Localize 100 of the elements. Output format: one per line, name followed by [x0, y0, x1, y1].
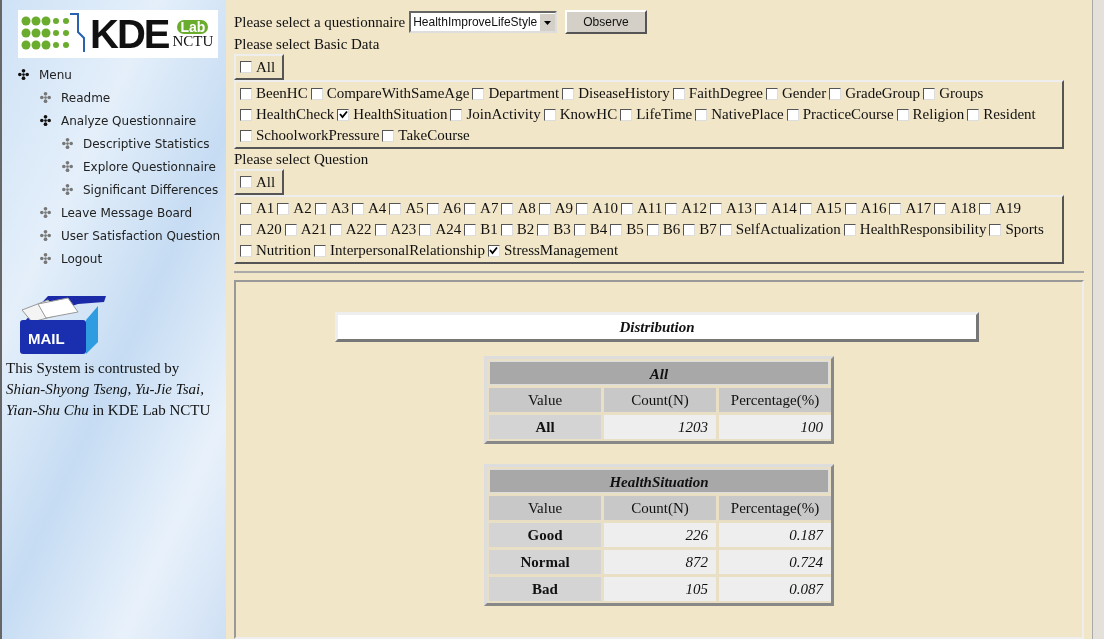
checkbox[interactable]	[979, 202, 992, 215]
column-header: Percentage(%)	[719, 496, 831, 520]
observe-button[interactable]: Observe	[565, 10, 647, 34]
row-header: Normal	[489, 550, 601, 574]
bullet-icon	[62, 161, 73, 172]
checkbox[interactable]	[843, 223, 856, 236]
checkbox[interactable]	[240, 108, 252, 121]
checkbox[interactable]	[543, 108, 556, 121]
checkbox[interactable]	[450, 108, 463, 121]
bullet-icon	[40, 253, 51, 264]
checkbox[interactable]	[240, 61, 252, 73]
checkbox[interactable]	[710, 202, 723, 215]
checkbox[interactable]	[829, 87, 842, 100]
menu-link[interactable]: Readme	[61, 88, 111, 107]
menu-link[interactable]: User Satisfaction Question	[61, 226, 221, 245]
checkbox[interactable]	[695, 108, 708, 121]
checkbox-label: A10	[592, 199, 618, 218]
checkbox[interactable]	[240, 129, 252, 142]
checkbox[interactable]	[646, 223, 659, 236]
checkbox[interactable]	[240, 244, 252, 257]
checkbox[interactable]	[464, 223, 477, 236]
checkbox[interactable]	[889, 202, 902, 215]
checkbox[interactable]	[683, 223, 696, 236]
checkbox-label: A11	[636, 199, 663, 218]
checkbox[interactable]	[989, 223, 1002, 236]
bullet-icon	[18, 69, 29, 80]
questionnaire-select[interactable]: HealthImproveLifeStyle	[409, 11, 558, 33]
checkbox-label: A1	[256, 199, 275, 218]
checkbox-label: NativePlace	[711, 105, 784, 124]
checkbox-label: A18	[950, 199, 977, 218]
checkbox-label: A12	[681, 199, 708, 218]
checkbox[interactable]	[374, 223, 387, 236]
checkbox[interactable]	[464, 202, 477, 215]
menu-link[interactable]: Leave Message Board	[61, 203, 193, 222]
checkbox-label: A5	[405, 199, 424, 218]
menu-link[interactable]: Analyze Questionnaire	[61, 111, 197, 130]
menu-link[interactable]: Explore Questionnaire	[83, 157, 216, 176]
checkbox[interactable]	[719, 223, 732, 236]
table-cell: 0.087	[719, 577, 831, 601]
checkbox[interactable]	[537, 223, 550, 236]
checkbox[interactable]	[487, 244, 500, 257]
menu-link[interactable]: Significant Differences	[83, 180, 219, 199]
checkbox[interactable]	[500, 223, 513, 236]
checkbox[interactable]	[610, 223, 623, 236]
checkbox[interactable]	[337, 108, 350, 121]
checkbox[interactable]	[620, 202, 633, 215]
table-cell: 226	[604, 523, 716, 547]
checkbox[interactable]	[426, 202, 439, 215]
checkbox[interactable]	[284, 223, 297, 236]
logo-text: KDE	[90, 14, 169, 54]
checkbox[interactable]	[472, 87, 485, 100]
checkbox[interactable]	[754, 202, 767, 215]
checkbox[interactable]	[562, 87, 575, 100]
checkbox[interactable]	[538, 202, 551, 215]
checkbox[interactable]	[766, 87, 778, 100]
checkbox[interactable]	[967, 108, 980, 121]
checkbox-label: A2	[293, 199, 312, 218]
checkbox[interactable]	[896, 108, 909, 121]
checkbox[interactable]	[314, 244, 326, 257]
checkbox[interactable]	[672, 87, 685, 100]
checkbox-label: InterpersonalRelationship	[330, 241, 485, 260]
checkbox[interactable]	[329, 223, 342, 236]
column-header: Percentage(%)	[719, 388, 831, 412]
table-cell: 100	[719, 415, 831, 439]
logo-lab: Lab	[177, 19, 209, 34]
table-cell: 0.724	[719, 550, 831, 574]
checkbox-label: Groups	[939, 84, 984, 103]
menu-link[interactable]: Menu	[39, 65, 72, 84]
checkbox[interactable]	[576, 202, 589, 215]
menu-link[interactable]: Logout	[61, 249, 103, 268]
checkbox-label: KnowHC	[559, 105, 618, 124]
checkbox[interactable]	[240, 202, 252, 215]
checkbox[interactable]	[419, 223, 432, 236]
checkbox[interactable]	[310, 87, 323, 100]
checkbox[interactable]	[240, 176, 252, 188]
checkbox[interactable]	[934, 202, 947, 215]
checkbox[interactable]	[240, 223, 252, 236]
checkbox[interactable]	[665, 202, 678, 215]
checkbox[interactable]	[501, 202, 514, 215]
checkbox[interactable]	[277, 202, 290, 215]
checkbox[interactable]	[573, 223, 586, 236]
row-header: Good	[489, 523, 601, 547]
checkbox[interactable]	[620, 108, 633, 121]
checkbox[interactable]	[844, 202, 857, 215]
checkbox[interactable]	[240, 87, 252, 100]
checkbox[interactable]	[786, 108, 799, 121]
logo-org: NCTU	[172, 33, 214, 49]
section-label: Please select Basic Data	[234, 35, 381, 54]
menu-link[interactable]: Descriptive Statistics	[83, 134, 210, 153]
column-header: Count(N)	[604, 496, 716, 520]
checkbox[interactable]	[352, 202, 365, 215]
checkbox[interactable]	[314, 202, 327, 215]
checkbox[interactable]	[923, 87, 936, 100]
checkbox[interactable]	[382, 129, 395, 142]
checkbox-label: A14	[770, 199, 797, 218]
checkbox[interactable]	[799, 202, 812, 215]
checkbox[interactable]	[389, 202, 402, 215]
checkbox-label: HealthCheck	[256, 105, 335, 124]
checkbox-label: A24	[435, 220, 462, 239]
table-cell: 0.187	[719, 523, 831, 547]
